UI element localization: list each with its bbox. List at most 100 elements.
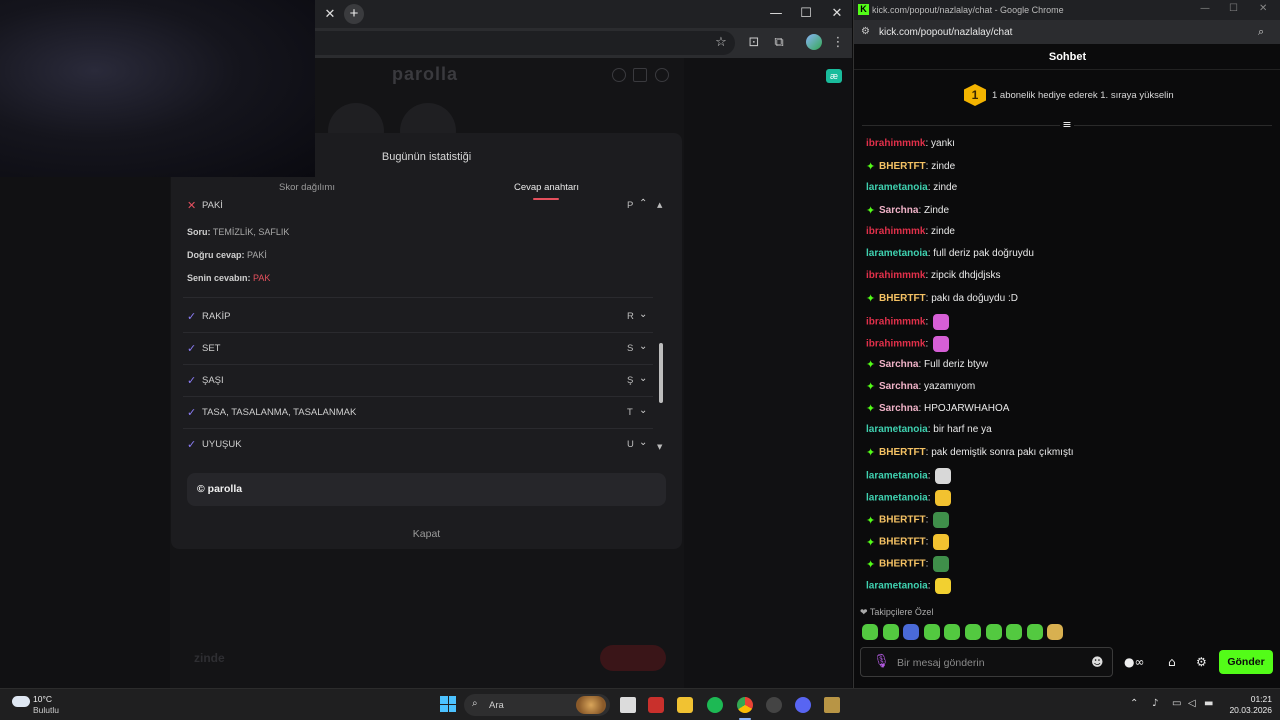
tab-score-distribution[interactable]: Skor dağılımı (279, 182, 335, 193)
chat-username[interactable]: Sarchna (879, 205, 918, 216)
emoji-icon[interactable]: ☻ (1091, 655, 1104, 669)
taskbar-search[interactable]: ⌕ Ara (464, 694, 610, 716)
stats-icon[interactable] (633, 68, 647, 82)
chat-username[interactable]: BHERTFT (879, 293, 926, 304)
chevron-down-icon[interactable]: ⌄ (639, 437, 647, 448)
subscriber-badge-icon[interactable]: ✦ (866, 536, 879, 549)
new-tab-button[interactable]: + (344, 4, 364, 24)
spotify-icon[interactable] (707, 697, 723, 713)
chat-username[interactable]: BHERTFT (879, 447, 926, 458)
start-button[interactable] (440, 696, 456, 712)
subscriber-badge-icon[interactable]: ✦ (866, 380, 879, 393)
subscriber-badge-icon[interactable]: ✦ (866, 160, 879, 173)
emote-option-icon[interactable] (985, 624, 1002, 640)
task-view-icon[interactable] (620, 697, 636, 713)
zoom-icon[interactable]: ⌕ (1258, 25, 1264, 39)
chevron-down-icon[interactable]: ⌄ (639, 373, 647, 384)
chat-username[interactable]: BHERTFT (879, 559, 926, 570)
chat-username[interactable]: Sarchna (879, 359, 918, 370)
site-settings-icon[interactable]: ⚙ (861, 26, 870, 37)
window-close-button[interactable]: ✕ (825, 4, 849, 24)
chat-username[interactable]: larametanoia (866, 424, 928, 435)
cloud-icon[interactable] (12, 696, 30, 707)
chat-username[interactable]: BHERTFT (879, 515, 926, 526)
chevron-up-icon[interactable]: ⌃ (639, 198, 647, 209)
extension-badge-icon[interactable]: æ (826, 69, 842, 83)
translate-icon[interactable]: ⊡ (745, 34, 763, 52)
emote-option-icon[interactable] (903, 624, 920, 640)
chat-username[interactable]: larametanoia (866, 471, 928, 482)
chat-username[interactable]: ibrahimmmk (866, 270, 925, 281)
chat-username[interactable]: larametanoia (866, 182, 928, 193)
profile-icon[interactable] (655, 68, 669, 82)
chat-address-bar[interactable]: ⚙ kick.com/popout/nazlalay/chat ⌕ (854, 20, 1280, 44)
address-bar[interactable] (315, 31, 735, 55)
emote-option-icon[interactable] (1047, 624, 1064, 640)
browser-menu-icon[interactable]: ⋮ (829, 34, 847, 52)
settings-gear-icon[interactable]: ⚙ (1196, 655, 1207, 669)
answer-row[interactable]: ✓ UYUŞUK U ⌄ (187, 436, 657, 453)
emote-option-icon[interactable] (1026, 624, 1043, 640)
chat-username[interactable]: ibrahimmmk (866, 317, 925, 328)
answer-list[interactable]: ✕ PAKİ P ⌃ Soru: TEMİZLİK, SAFLIK Doğru … (183, 195, 669, 453)
subscriber-badge-icon[interactable]: ✦ (866, 204, 879, 217)
chevron-down-icon[interactable]: ⌄ (639, 341, 647, 352)
network-icon[interactable]: ▭ (1172, 698, 1181, 709)
chat-username[interactable]: Sarchna (879, 381, 918, 392)
answer-row[interactable]: ✓ ŞAŞI Ş ⌄ (187, 372, 657, 392)
app-p-icon[interactable] (648, 697, 664, 713)
points-icon[interactable]: ●∞ (1124, 655, 1144, 669)
emote-option-icon[interactable] (882, 624, 899, 640)
emote-option-icon[interactable] (1006, 624, 1023, 640)
scroll-down-arrow-icon[interactable]: ▼ (657, 443, 662, 451)
chrome-icon[interactable] (737, 697, 753, 713)
microphone-tray-icon[interactable]: ♪ (1152, 698, 1158, 709)
subscriber-badge-icon[interactable]: ✦ (866, 558, 879, 571)
chevron-down-icon[interactable]: ⌄ (639, 405, 647, 416)
chat-username[interactable]: BHERTFT (879, 161, 926, 172)
close-modal-button[interactable]: Kapat (171, 528, 682, 540)
scroll-up-arrow-icon[interactable]: ▲ (657, 201, 662, 209)
emote-option-icon[interactable] (923, 624, 940, 640)
volume-icon[interactable]: ◁ (1188, 698, 1196, 709)
microphone-icon[interactable]: 🎙 (873, 654, 890, 669)
app-icon[interactable] (824, 697, 840, 713)
profile-avatar[interactable] (806, 34, 822, 50)
filter-icon[interactable]: ≡ (1060, 118, 1074, 131)
minimize-button[interactable]: — (764, 4, 788, 24)
chat-username[interactable]: ibrahimmmk (866, 339, 925, 350)
maximize-button[interactable]: ☐ (794, 4, 818, 24)
bookmark-star-icon[interactable]: ☆ (712, 34, 730, 52)
discord-icon[interactable] (795, 697, 811, 713)
weather-condition[interactable]: Bulutlu (33, 705, 59, 715)
app-icon[interactable] (766, 697, 782, 713)
scrollbar-thumb[interactable] (659, 343, 663, 403)
subscriber-badge-icon[interactable]: ✦ (866, 446, 879, 459)
extensions-icon[interactable]: ⧉ (770, 34, 788, 52)
send-button[interactable]: Gönder (1219, 650, 1273, 674)
chat-input[interactable]: 🎙 Bir mesaj gönderin ☻ (860, 647, 1113, 677)
answer-row[interactable]: ✓ RAKİP R ⌄ (187, 308, 657, 328)
subscriber-badge-icon[interactable]: ✦ (866, 292, 879, 305)
chat-username[interactable]: larametanoia (866, 248, 928, 259)
tab-answer-key[interactable]: Cevap anahtarı (514, 182, 579, 193)
subscriber-badge-icon[interactable]: ✦ (866, 358, 879, 371)
maximize-button[interactable]: ☐ (1229, 3, 1238, 14)
chat-username[interactable]: larametanoia (866, 581, 928, 592)
clock-date[interactable]: 20.03.2026 (1224, 705, 1272, 715)
answer-input[interactable]: zinde (180, 641, 500, 673)
submit-button[interactable] (600, 645, 666, 671)
tab-close-icon[interactable]: ✕ (320, 4, 340, 24)
chat-username[interactable]: Sarchna (879, 403, 918, 414)
chat-username[interactable]: ibrahimmmk (866, 138, 925, 149)
chevron-down-icon[interactable]: ⌄ (639, 309, 647, 320)
chat-username[interactable]: BHERTFT (879, 537, 926, 548)
answer-row-expanded[interactable]: ✕ PAKİ P ⌃ (187, 197, 657, 217)
info-icon[interactable] (612, 68, 626, 82)
subscriber-badge-icon[interactable]: ✦ (866, 402, 879, 415)
emote-option-icon[interactable] (862, 624, 878, 640)
battery-icon[interactable]: ▬ (1204, 698, 1213, 709)
window-close-button[interactable]: ✕ (1259, 3, 1267, 14)
minimize-button[interactable]: — (1200, 3, 1210, 14)
tray-chevron-up-icon[interactable]: ⌃ (1130, 698, 1138, 709)
